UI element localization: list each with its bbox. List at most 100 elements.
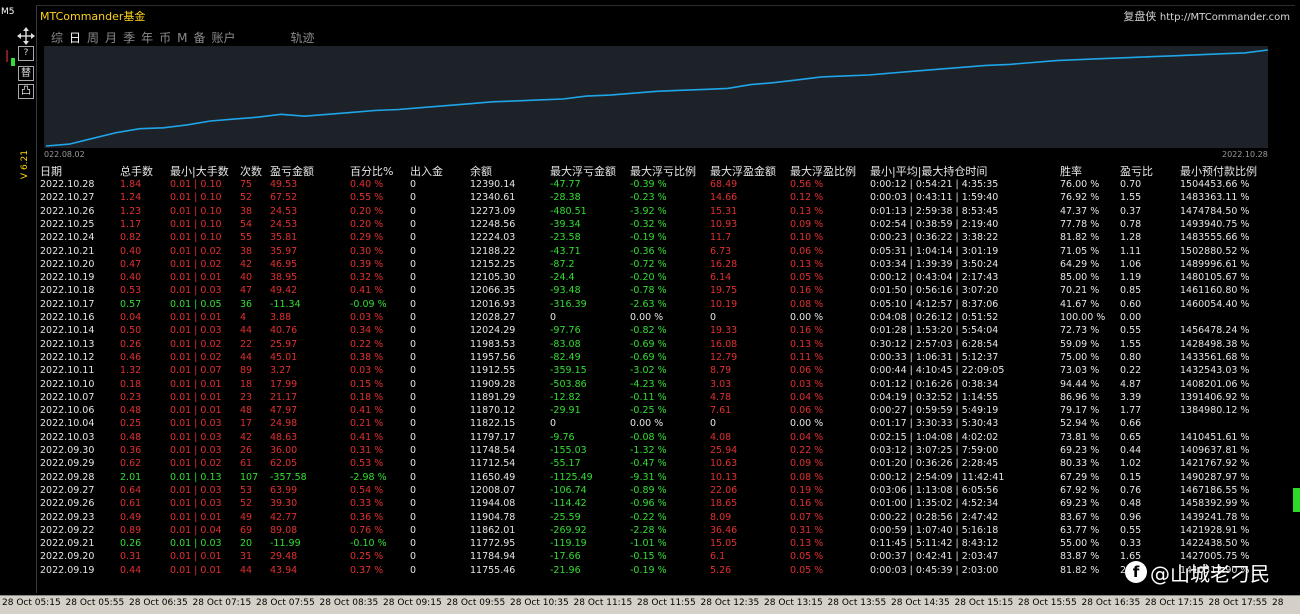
table-cell: -3.02 % (630, 365, 667, 377)
table-cell: 0 (410, 445, 417, 456)
column-header[interactable]: 最大浮亏金额 (550, 163, 616, 179)
toolbar-button-1[interactable]: 替 (18, 66, 34, 81)
table-cell: 2022.10.12 (40, 351, 95, 363)
table-cell: 71.05 % (1060, 245, 1100, 257)
column-header[interactable]: 出入金 (410, 163, 443, 179)
table-cell: 0 (410, 218, 417, 230)
toolbar-button-2[interactable]: 凸 (18, 84, 34, 99)
table-cell: 1410451.61 % (1180, 431, 1250, 443)
tab-6[interactable]: 币 (159, 29, 171, 46)
tab-0[interactable]: 综 (51, 29, 63, 46)
table-cell: 0.55 (1120, 325, 1142, 337)
table-cell: 52 (240, 192, 253, 204)
table-cell: 0.15 (1120, 471, 1142, 483)
tab-2[interactable]: 周 (87, 29, 99, 46)
table-cell: 1409637.81 % (1180, 445, 1250, 456)
help-button[interactable]: ? (18, 46, 34, 61)
table-cell: -0.19 % (630, 232, 667, 244)
column-header[interactable]: 盈亏比 (1120, 163, 1153, 179)
table-cell: 83.67 % (1060, 511, 1100, 523)
table-cell: 0.44 (120, 564, 142, 576)
table-cell: 0.01 | 0.04 (170, 524, 222, 536)
column-header[interactable]: 总手数 (120, 163, 153, 179)
table-cell: 77.78 % (1060, 218, 1100, 230)
tab-8[interactable]: 备 (193, 29, 205, 46)
tab-4[interactable]: 季 (123, 29, 135, 46)
table-cell: 0.01 | 0.01 (170, 551, 222, 563)
column-header[interactable]: 最小|大手数 (170, 163, 229, 179)
table-cell: 68.49 (710, 179, 738, 190)
table-cell: 44 (240, 325, 253, 337)
tab-5[interactable]: 年 (141, 29, 153, 46)
table-cell: -316.39 (550, 298, 587, 310)
table-cell: 11797.17 (470, 431, 516, 443)
table-cell: 11772.95 (470, 538, 516, 550)
table-cell: 52 (240, 498, 253, 510)
equity-chart (44, 46, 1269, 148)
table-cell: 0 (410, 405, 417, 417)
column-header[interactable]: 最小|平均|最大持仓时间 (870, 163, 987, 179)
tab-9[interactable]: 账户 (211, 29, 235, 46)
table-cell: 4.87 (1120, 378, 1142, 390)
column-header[interactable]: 最大浮亏比例 (630, 163, 696, 179)
column-header[interactable]: 最小预付款比例 (1180, 163, 1257, 179)
table-cell: 0 (410, 378, 417, 390)
crosshair-icon[interactable] (17, 27, 35, 45)
column-header[interactable]: 余额 (470, 163, 492, 179)
table-cell: 0.89 (120, 524, 142, 536)
table-cell: 36.46 (710, 524, 738, 536)
table-cell: 12008.07 (470, 484, 516, 496)
column-header[interactable]: 次数 (240, 163, 262, 179)
table-cell: 42.77 (270, 511, 298, 523)
table-cell: 0.33 (1120, 538, 1142, 550)
tab-7[interactable]: M (177, 31, 187, 45)
table-cell: 12188.22 (470, 245, 516, 257)
table-cell: 11748.54 (470, 445, 516, 456)
column-header[interactable]: 盈亏金额 (270, 163, 314, 179)
table-cell: 85.00 % (1060, 272, 1100, 284)
tab-3[interactable]: 月 (105, 29, 117, 46)
table-cell: 3.39 (1120, 391, 1142, 403)
author-name: 复盘侠 (1123, 10, 1157, 23)
table-cell: 62.05 (270, 458, 298, 470)
table-cell: 0.76 % (350, 524, 384, 536)
time-axis-label: 28 Oct 09:55 (446, 598, 506, 608)
scrollbar-thumb[interactable] (1293, 488, 1300, 512)
table-cell: 0 (410, 272, 417, 284)
table-cell: 2.01 (120, 471, 142, 483)
table-cell: 0 (410, 365, 417, 377)
table-cell: 1483555.66 % (1180, 232, 1250, 244)
time-axis-label: 28 Oct 11:55 (637, 598, 696, 608)
timeframe-label[interactable]: M5 (1, 7, 15, 17)
table-cell: 12224.03 (470, 232, 516, 244)
table-cell: 0.06 % (790, 365, 824, 377)
column-header[interactable]: 最大浮盈比例 (790, 163, 856, 179)
table-cell: 0:00:03 | 0:43:11 | 1:59:40 (870, 192, 999, 204)
table-cell: 0.48 (1120, 498, 1142, 510)
column-header[interactable]: 日期 (40, 163, 62, 179)
column-header[interactable]: 百分比% (350, 163, 393, 179)
table-cell: 47.97 (270, 405, 298, 417)
tab-1[interactable]: 日 (69, 29, 81, 46)
table-cell: 0.26 (120, 338, 142, 350)
table-cell: 0 (410, 431, 417, 443)
table-cell: 0.22 % (790, 445, 824, 456)
table-cell: 2022.09.23 (40, 511, 95, 523)
table-cell: 2022.10.20 (40, 258, 95, 270)
candlestick-icon (6, 50, 15, 66)
column-header[interactable]: 胜率 (1060, 163, 1082, 179)
table-cell: 1461160.80 % (1180, 285, 1250, 297)
website-link[interactable]: http://MTCommander.com (1160, 12, 1290, 23)
table-cell: -25.59 (550, 511, 581, 523)
table-cell: 61 (240, 458, 253, 470)
table-cell: 1490287.97 % (1180, 471, 1250, 483)
table-cell: 2022.10.26 (40, 205, 95, 217)
table-cell: 0.78 (1120, 218, 1142, 230)
table-cell: -28.38 (550, 192, 581, 204)
table-cell: 0.55 (1120, 524, 1142, 536)
table-cell: 0:00:12 | 0:54:21 | 4:35:35 (870, 179, 999, 190)
column-header[interactable]: 最大浮盈金额 (710, 163, 776, 179)
tab-10[interactable]: 轨迹 (291, 29, 315, 46)
table-cell: 0 (550, 418, 557, 430)
table-cell: -24.4 (550, 272, 575, 284)
